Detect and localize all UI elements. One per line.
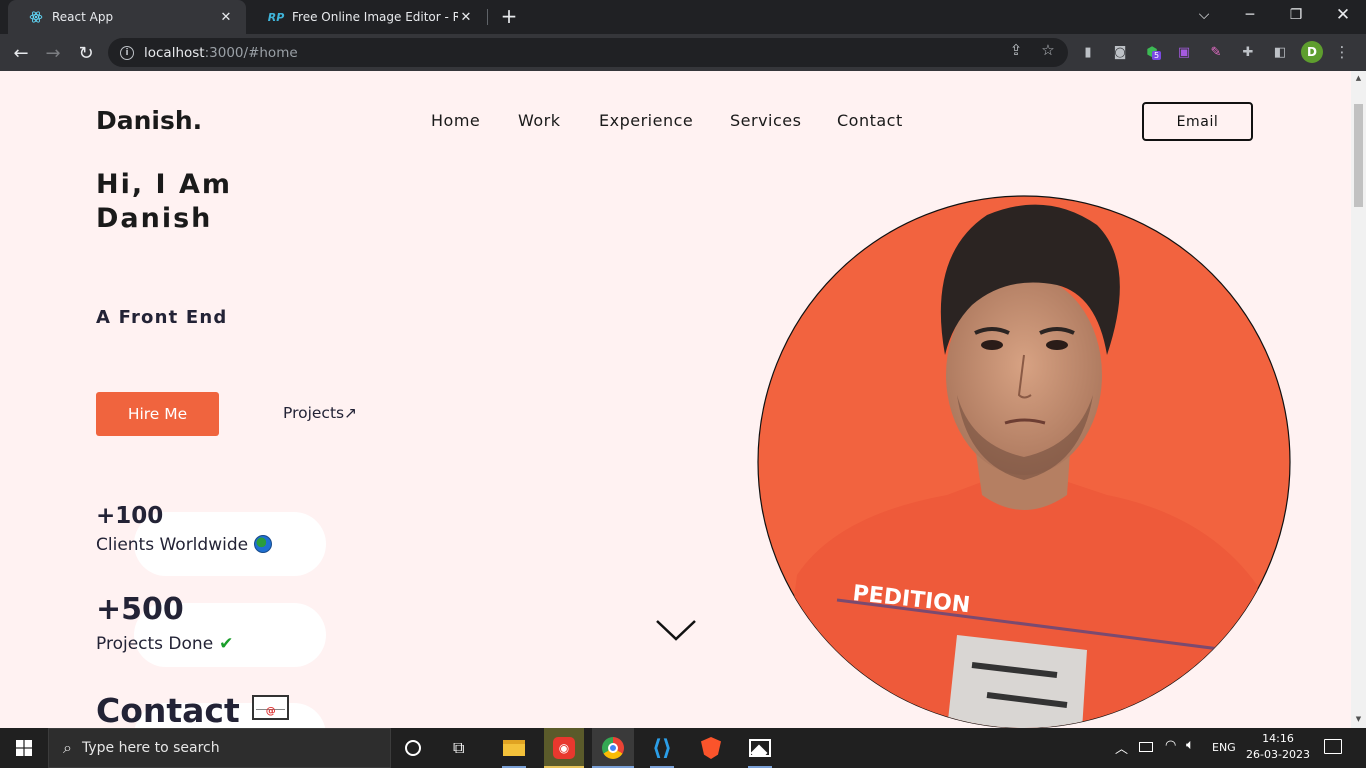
contact-heading: Contact @ bbox=[96, 691, 289, 728]
projects-link-label: Projects bbox=[283, 404, 345, 422]
nav-home[interactable]: Home bbox=[431, 111, 480, 130]
share-icon[interactable]: ⇪ bbox=[1007, 41, 1025, 59]
url-host: localhost bbox=[144, 44, 205, 61]
projects-link[interactable]: Projects↗ bbox=[283, 404, 357, 422]
search-placeholder: Type here to search bbox=[81, 740, 220, 756]
windows-taskbar: ⌕ Type here to search ⧉ ◉ ⟨⟩ ︿ ◠ 🔈︎ ENG … bbox=[0, 728, 1366, 768]
scrollbar-thumb[interactable] bbox=[1354, 104, 1363, 207]
stat-projects-label-text: Projects Done bbox=[96, 634, 214, 654]
browser-tab-strip: React App ✕ RP Free Online Image Editor … bbox=[0, 0, 1366, 34]
extensions-puzzle-icon[interactable]: ✚ bbox=[1239, 43, 1257, 61]
nav-services[interactable]: Services bbox=[730, 111, 801, 130]
url-path: :3000/#home bbox=[204, 44, 298, 61]
battery-icon[interactable] bbox=[1139, 742, 1153, 752]
close-tab-icon[interactable]: ✕ bbox=[218, 10, 234, 25]
hire-me-button[interactable]: Hire Me bbox=[96, 392, 219, 436]
stat-clients-label: Clients Worldwide bbox=[96, 535, 273, 555]
reload-button[interactable]: ↻ bbox=[73, 40, 99, 66]
clock[interactable]: 14:16 26-03-2023 bbox=[1246, 731, 1310, 763]
taskbar-app-chrome-icon[interactable] bbox=[592, 728, 634, 768]
react-icon bbox=[28, 9, 44, 25]
address-bar[interactable]: i localhost:3000/#home bbox=[108, 38, 1068, 67]
nav-contact[interactable]: Contact bbox=[837, 111, 903, 130]
tab-react-app[interactable]: React App ✕ bbox=[8, 0, 246, 34]
extension-pen-icon[interactable]: ✎ bbox=[1207, 43, 1225, 61]
checkmark-icon: ✔ bbox=[219, 634, 234, 654]
back-button[interactable]: ← bbox=[8, 40, 34, 66]
stat-clients-value: +100 bbox=[96, 503, 164, 529]
close-window-button[interactable]: ✕ bbox=[1320, 0, 1366, 30]
taskbar-app-photos-icon[interactable] bbox=[740, 728, 780, 768]
tab-title: React App bbox=[52, 10, 114, 24]
extension-mouse-icon[interactable]: ▮ bbox=[1079, 43, 1097, 61]
clock-date: 26-03-2023 bbox=[1246, 748, 1310, 761]
tab-separator bbox=[487, 9, 488, 25]
tab-search-icon[interactable]: ⌵ bbox=[1181, 0, 1227, 30]
volume-icon[interactable]: 🔈︎ bbox=[1186, 737, 1194, 753]
tray-chevron-up-icon[interactable]: ︿ bbox=[1115, 738, 1128, 757]
scroll-down-chevron-icon[interactable] bbox=[655, 617, 697, 647]
hero-title-line1: Hi, I Am bbox=[96, 169, 232, 200]
scroll-down-arrow-icon[interactable]: ▼ bbox=[1354, 715, 1363, 723]
language-indicator[interactable]: ENG bbox=[1212, 741, 1236, 754]
profile-portrait: PEDITION bbox=[757, 195, 1291, 728]
page-viewport: Danish. Home Work Experience Services Co… bbox=[0, 71, 1351, 728]
contact-heading-text: Contact bbox=[96, 691, 240, 728]
taskbar-search-box[interactable]: ⌕ Type here to search bbox=[48, 728, 391, 768]
image-editor-favicon-icon: RP bbox=[267, 10, 285, 24]
stat-projects-value: +500 bbox=[96, 592, 184, 627]
profile-avatar[interactable]: D bbox=[1301, 41, 1323, 63]
forward-button[interactable]: → bbox=[40, 40, 66, 66]
restore-button[interactable]: ❐ bbox=[1273, 0, 1319, 30]
new-tab-button[interactable]: + bbox=[498, 6, 520, 28]
search-icon: ⌕ bbox=[63, 738, 72, 757]
hero-title: Hi, I Am Danish bbox=[96, 168, 232, 236]
taskbar-app-file-explorer-icon[interactable] bbox=[494, 728, 534, 768]
scroll-up-arrow-icon[interactable]: ▲ bbox=[1354, 74, 1363, 82]
cortana-icon[interactable] bbox=[405, 740, 421, 756]
extension-badge: 5 bbox=[1152, 51, 1162, 60]
site-logo[interactable]: Danish. bbox=[96, 106, 202, 135]
hero-title-line2: Danish bbox=[96, 203, 213, 234]
stat-clients-label-text: Clients Worldwide bbox=[96, 535, 249, 555]
page-scrollbar[interactable]: ▲ ▼ bbox=[1351, 71, 1366, 728]
extension-hex-icon[interactable]: ⬢ 5 bbox=[1143, 43, 1162, 61]
taskbar-app-brave-icon[interactable] bbox=[691, 728, 731, 768]
windows-start-icon[interactable] bbox=[0, 728, 48, 768]
minimize-button[interactable]: ─ bbox=[1227, 0, 1273, 30]
side-panel-icon[interactable]: ◧ bbox=[1271, 43, 1289, 61]
browser-toolbar: ← → ↻ i localhost:3000/#home ⇪ ☆ ▮ ◙ ⬢ 5… bbox=[0, 34, 1366, 71]
close-tab-icon[interactable]: ✕ bbox=[458, 10, 474, 25]
notification-icon[interactable] bbox=[1324, 739, 1342, 754]
site-info-icon[interactable]: i bbox=[120, 45, 134, 60]
nav-work[interactable]: Work bbox=[518, 111, 561, 130]
stat-projects-label: Projects Done ✔ bbox=[96, 634, 233, 654]
email-button[interactable]: Email bbox=[1142, 102, 1253, 141]
arrow-up-right-icon: ↗ bbox=[344, 404, 358, 422]
wifi-icon[interactable]: ◠ bbox=[1165, 738, 1176, 753]
taskbar-app-game-icon[interactable]: ◉ bbox=[544, 728, 584, 768]
camera-icon[interactable]: ◙ bbox=[1111, 43, 1129, 61]
task-view-icon[interactable]: ⧉ bbox=[453, 738, 464, 758]
bookmark-star-icon[interactable]: ☆ bbox=[1039, 41, 1057, 59]
tab-image-editor[interactable]: RP Free Online Image Editor - Resize ✕ bbox=[248, 0, 486, 34]
extension-screen-icon[interactable]: ▣ bbox=[1175, 43, 1193, 61]
globe-icon bbox=[254, 535, 273, 553]
nav-experience[interactable]: Experience bbox=[599, 111, 693, 130]
taskbar-app-vscode-icon[interactable]: ⟨⟩ bbox=[642, 728, 682, 768]
hero-subtitle: A Front End bbox=[96, 307, 228, 328]
clock-time: 14:16 bbox=[1262, 732, 1294, 745]
menu-kebab-icon[interactable]: ⋮ bbox=[1333, 43, 1351, 61]
envelope-icon: @ bbox=[251, 695, 289, 720]
tab-title: Free Online Image Editor - Resize bbox=[292, 10, 458, 24]
